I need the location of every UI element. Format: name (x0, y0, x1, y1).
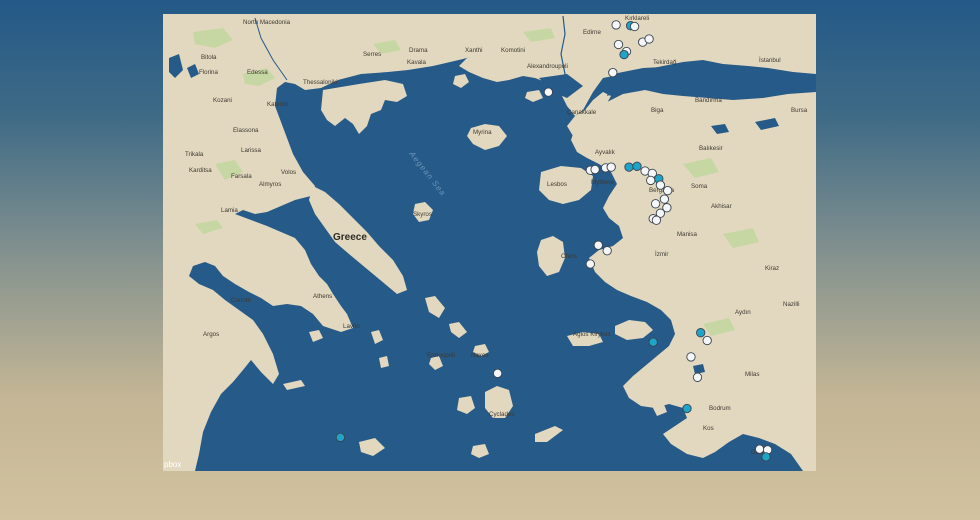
label-balikesir: Balıkesir (699, 145, 723, 152)
label-kos: Kos (703, 425, 714, 432)
label-agios-kirykos: Agios Kirykos (573, 331, 610, 338)
location-marker[interactable] (632, 161, 642, 171)
location-marker[interactable] (651, 215, 662, 225)
location-marker[interactable] (696, 328, 706, 338)
label-myrina: Myrina (473, 129, 492, 136)
label-bursa: Bursa (791, 107, 808, 114)
label-izmir: İzmir (655, 251, 668, 258)
label-skyros: Skyros (413, 211, 432, 218)
label-cyclades: Cyclades (489, 411, 514, 418)
label-bodrum: Bodrum (709, 405, 731, 412)
label-drama: Drama (409, 47, 428, 54)
location-marker[interactable] (702, 335, 712, 346)
label-edirne: Edirne (583, 29, 601, 36)
location-marker[interactable] (585, 259, 595, 269)
label-alexandroupoli: Alexandroupoli (527, 63, 568, 70)
label-elassona: Elassona (233, 127, 259, 134)
label-almyros: Almyros (259, 181, 281, 188)
label-thessaloniki: Thessaloniki (303, 79, 337, 86)
label-florina: Florina (199, 69, 218, 76)
location-marker[interactable] (590, 164, 600, 175)
location-marker[interactable] (686, 352, 696, 362)
location-marker[interactable] (754, 444, 765, 454)
label-mytilene: Mytilene (591, 179, 615, 186)
label-lamia: Lamia (221, 207, 238, 214)
label-canakkale: Çanakkale (567, 109, 597, 116)
label-istanbul: İstanbul (759, 57, 781, 64)
label-xanthi: Xanthi (465, 47, 483, 54)
label-biga: Biga (651, 107, 664, 114)
location-marker[interactable] (629, 21, 640, 32)
location-marker[interactable] (608, 67, 618, 78)
location-marker[interactable] (492, 368, 503, 379)
label-kavala: Kavala (407, 59, 426, 66)
label-trikala: Trikala (185, 151, 204, 158)
label-bitola: Bitola (201, 54, 217, 61)
location-marker[interactable] (655, 180, 666, 190)
label-lesbos: Lesbos (547, 181, 567, 188)
location-marker[interactable] (611, 20, 621, 30)
label-bandirma: Bandırma (695, 97, 722, 104)
label-milas: Milas (745, 371, 759, 378)
label-nazilli: Nazilli (783, 301, 800, 308)
label-corinth: Corinth (231, 297, 252, 304)
label-naxos: Naxos (471, 352, 489, 359)
label-tekirdag: Tekirdağ (653, 59, 677, 66)
map-viewport[interactable]: North Macedonia Bitola Florina Edessa Se… (163, 14, 816, 471)
location-marker[interactable] (543, 87, 554, 97)
location-marker[interactable] (602, 246, 612, 256)
location-marker[interactable] (646, 175, 656, 186)
label-komotini: Komotini (501, 47, 525, 54)
location-marker[interactable] (650, 199, 661, 209)
location-marker[interactable] (761, 452, 771, 462)
label-karditsa: Karditsa (189, 167, 212, 174)
label-north-macedonia: North Macedonia (243, 19, 291, 26)
location-marker[interactable] (663, 185, 673, 196)
location-marker[interactable] (682, 403, 692, 414)
label-kozani: Kozani (213, 97, 232, 104)
label-serres: Serres (363, 51, 381, 58)
location-marker[interactable] (659, 194, 670, 204)
label-aydin: Aydın (735, 309, 751, 316)
location-marker[interactable] (624, 162, 634, 172)
label-volos: Volos (281, 169, 296, 176)
label-kirklareli: Kırklareli (625, 15, 649, 22)
location-marker[interactable] (648, 337, 658, 347)
label-edessa: Edessa (247, 69, 268, 76)
label-akhisar: Akhisar (711, 203, 732, 210)
label-ayvalik: Ayvalık (595, 149, 616, 156)
label-chios: Chios (561, 253, 577, 260)
location-marker[interactable] (335, 432, 346, 443)
label-athens: Athens (313, 293, 332, 300)
label-ermoupoli: Ermoupoli (427, 352, 455, 359)
location-marker[interactable] (613, 39, 624, 50)
location-marker[interactable] (644, 34, 654, 44)
location-marker[interactable] (619, 49, 629, 60)
map-canvas[interactable]: North Macedonia Bitola Florina Edessa Se… (163, 14, 816, 471)
label-farsala: Farsala (231, 173, 252, 180)
label-manisa: Manisa (677, 231, 698, 238)
label-greece: Greece (333, 232, 367, 243)
label-larissa: Larissa (241, 147, 262, 154)
label-soma: Soma (691, 183, 708, 190)
label-katerini: Katerini (267, 101, 288, 108)
label-kiraz: Kiraz (765, 265, 779, 272)
label-lavrio: Lavrio (343, 323, 360, 330)
location-marker[interactable] (606, 162, 616, 172)
location-marker[interactable] (593, 240, 603, 250)
label-argos: Argos (203, 331, 219, 338)
map-attribution[interactable]: pbox (163, 460, 181, 469)
location-marker[interactable] (692, 372, 703, 382)
